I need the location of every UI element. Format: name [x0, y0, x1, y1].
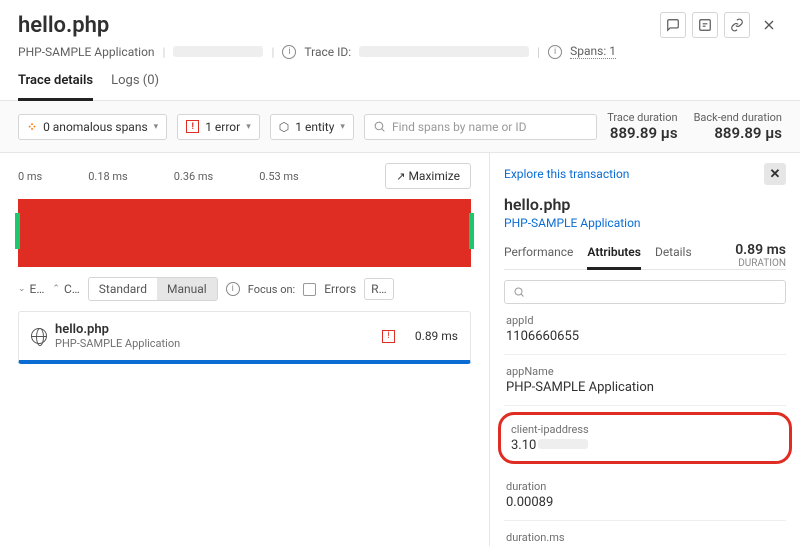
search-icon	[373, 120, 386, 133]
maximize-button[interactable]: ↗ Maximize	[385, 163, 471, 189]
standard-option[interactable]: Standard	[89, 278, 157, 300]
tab-attributes[interactable]: Attributes	[587, 245, 641, 270]
tab-performance[interactable]: Performance	[504, 245, 573, 269]
attr-client-ipaddress[interactable]: client-ipaddress 3.10	[498, 412, 792, 464]
expand-button[interactable]: ⌄E…	[18, 282, 44, 296]
app-name[interactable]: PHP-SAMPLE Application	[18, 45, 155, 59]
span-app: PHP-SAMPLE Application	[55, 337, 382, 350]
backend-duration-metric: Back-end duration 889.89 μs	[694, 111, 782, 142]
attr-duration-ms[interactable]: duration.ms 0.8899999999999999	[504, 521, 786, 546]
chevron-down-icon: ▾	[154, 122, 159, 132]
attribute-search[interactable]	[504, 280, 786, 304]
trace-id-label: Trace ID:	[304, 45, 351, 59]
errors-checkbox[interactable]	[303, 283, 316, 296]
timeline-chart[interactable]	[18, 199, 471, 267]
timeline-ticks: 0 ms 0.18 ms 0.36 ms 0.53 ms	[18, 170, 385, 183]
reset-button[interactable]: R…	[364, 278, 393, 300]
span-name: hello.php	[55, 322, 382, 337]
redacted-trace-id: x	[359, 46, 529, 57]
globe-icon	[31, 328, 47, 344]
close-icon[interactable]	[756, 12, 782, 38]
timeline-left-handle[interactable]	[15, 213, 20, 249]
detail-title: hello.php	[504, 195, 786, 214]
query-icon[interactable]	[692, 12, 718, 38]
anomaly-icon: ⁘	[27, 120, 37, 134]
entity-filter[interactable]: ⬡ 1 entity ▾	[270, 114, 354, 140]
detail-app-link[interactable]: PHP-SAMPLE Application	[504, 216, 786, 230]
spans-count[interactable]: Spans: 1	[570, 44, 616, 59]
error-icon: !	[382, 330, 395, 343]
search-icon	[513, 286, 525, 298]
attr-appid[interactable]: appId 1106660655	[504, 304, 786, 355]
timeline-right-handle[interactable]	[469, 213, 474, 249]
error-icon: !	[186, 120, 199, 133]
trace-duration-metric: Trace duration 889.89 μs	[607, 111, 677, 142]
close-panel-icon[interactable]: ✕	[764, 163, 786, 185]
redacted-timestamp: x	[173, 46, 263, 57]
anomalous-filter[interactable]: ⁘ 0 anomalous spans ▾	[18, 114, 167, 140]
chevron-down-icon: ▾	[340, 122, 345, 132]
tab-trace-details[interactable]: Trace details	[18, 73, 93, 101]
attr-appname[interactable]: appName PHP-SAMPLE Application	[504, 355, 786, 406]
manual-option[interactable]: Manual	[157, 278, 217, 300]
duration-summary: 0.89 ms DURATION	[735, 242, 786, 269]
search-input[interactable]: Find spans by name or ID	[364, 114, 597, 140]
span-row[interactable]: hello.php PHP-SAMPLE Application ! 0.89 …	[18, 311, 471, 364]
focus-label: Focus on:	[248, 283, 295, 296]
comment-icon[interactable]	[660, 12, 686, 38]
errors-filter[interactable]: ! 1 error ▾	[177, 114, 260, 140]
page-title: hello.php	[18, 13, 109, 38]
link-icon[interactable]	[724, 12, 750, 38]
collapse-button[interactable]: ⌃C…	[52, 282, 79, 296]
entity-icon: ⬡	[279, 120, 289, 134]
tab-details[interactable]: Details	[655, 245, 692, 269]
info-icon[interactable]: i	[282, 45, 296, 59]
explore-link[interactable]: Explore this transaction	[504, 167, 629, 181]
tab-logs[interactable]: Logs (0)	[111, 73, 159, 100]
chevron-down-icon: ▾	[246, 122, 251, 132]
info-icon[interactable]: i	[548, 45, 562, 59]
attr-duration[interactable]: duration 0.00089	[504, 470, 786, 521]
span-duration: 0.89 ms	[415, 329, 458, 343]
info-icon[interactable]: i	[226, 282, 240, 296]
view-mode-toggle[interactable]: Standard Manual	[88, 277, 218, 301]
redacted-ip	[538, 439, 588, 449]
